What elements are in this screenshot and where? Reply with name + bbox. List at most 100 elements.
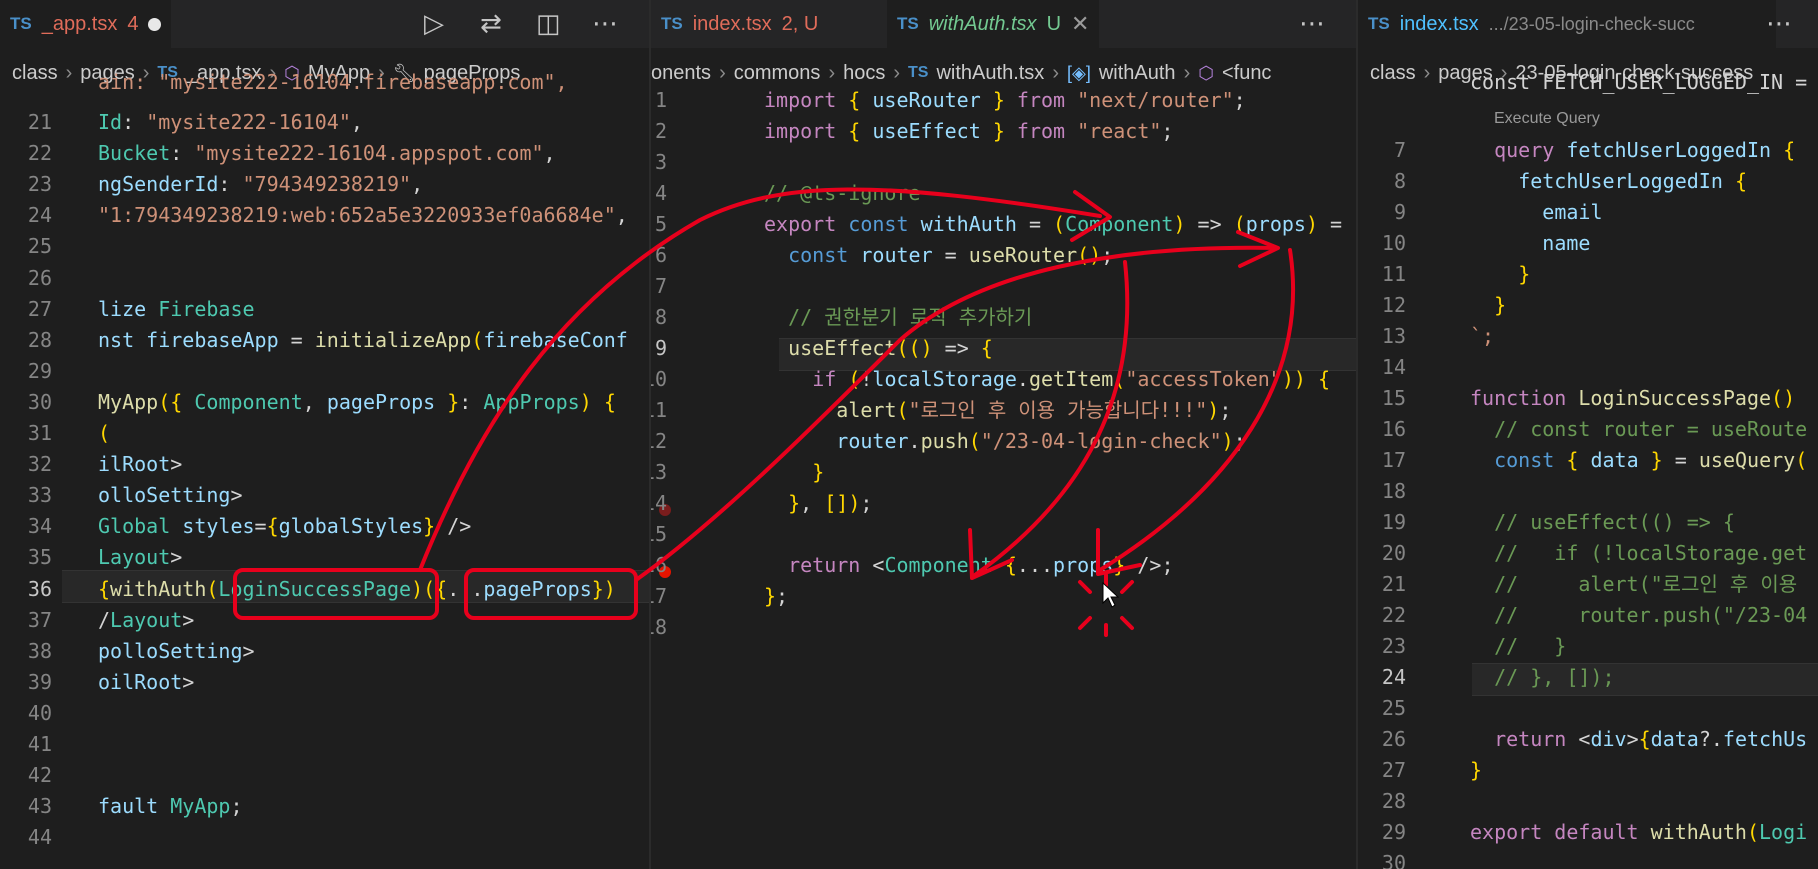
code-line[interactable]: 30 [1358,848,1818,869]
breadcrumb-item[interactable]: <func [1222,62,1271,85]
line-number[interactable]: 24 [4,200,52,231]
code-line[interactable]: 5 export const withAuth = (Component) => … [651,209,1356,240]
code-line[interactable]: 36 {withAuth(LoginSuccessPage)({...pagePr… [0,574,649,605]
code-line[interactable]: 15 [651,519,1356,550]
line-number[interactable]: 27 [1358,755,1406,786]
line-number[interactable]: 40 [4,698,52,729]
code-line[interactable]: 1 import { useRouter } from "next/router"… [651,85,1356,116]
line-number[interactable]: 2 [651,116,667,147]
line-number[interactable]: 26 [1358,724,1406,755]
line-number[interactable]: 1 [651,85,667,116]
line-number[interactable]: 8 [651,302,667,333]
close-icon[interactable]: ✕ [1071,12,1089,37]
line-number[interactable]: 7 [1358,135,1406,166]
code-editor[interactable]: 1 import { useRouter } from "next/router"… [651,88,1356,869]
line-number[interactable]: 18 [651,612,667,643]
line-number[interactable]: 6 [651,240,667,271]
code-line[interactable]: 13 `; [1358,321,1818,352]
more-actions-icon[interactable]: ⋯ [1766,8,1792,40]
run-icon[interactable]: ▷ [424,8,444,40]
code-line[interactable]: 37/Layout> [0,605,649,636]
code-line[interactable]: 29 [0,356,649,387]
code-line[interactable]: 32 ilRoot> [0,449,649,480]
code-line[interactable]: 8 // 권한분기 로직 추가하기 [651,302,1356,333]
line-number[interactable]: 42 [4,760,52,791]
tab-withauth-tsx[interactable]: TS withAuth.tsx U ✕ [887,0,1100,48]
code-line[interactable]: 40 [0,698,649,729]
line-number[interactable]: 28 [4,325,52,356]
code-line[interactable]: 25 [1358,693,1818,724]
line-number[interactable]: 36 [4,574,52,605]
code-line[interactable]: 19 // useEffect(() => { [1358,507,1818,538]
line-number[interactable]: 27 [4,294,52,325]
line-number[interactable]: 12 [1358,290,1406,321]
line-number[interactable]: 31 [4,418,52,449]
code-line[interactable]: 22 Bucket: "mysite222-16104.appspot.com", [0,138,649,169]
codelens-execute-query[interactable]: Execute Query [1494,110,1600,128]
line-number[interactable]: 20 [1358,538,1406,569]
code-line[interactable]: 4 // @ts-ignore [651,178,1356,209]
line-number[interactable]: 3 [651,147,667,178]
code-line[interactable]: 16 return <Component {...props} />; [651,550,1356,581]
line-number[interactable]: 17 [1358,445,1406,476]
line-number[interactable]: 26 [4,263,52,294]
code-line[interactable]: 18 [1358,476,1818,507]
code-line[interactable]: 34 Global styles={globalStyles} /> [0,511,649,542]
code-line[interactable]: 16 // const router = useRoute [1358,414,1818,445]
code-line[interactable]: 14 [1358,352,1818,383]
code-line[interactable]: 39 oilRoot> [0,667,649,698]
line-number[interactable]: 16 [1358,414,1406,445]
line-number[interactable]: 38 [4,636,52,667]
line-number[interactable]: 10 [651,364,667,395]
line-number[interactable]: 43 [4,791,52,822]
split-editor-icon[interactable]: ◫ [536,8,561,40]
code-line[interactable]: 22 // router.push("/23-04 [1358,600,1818,631]
code-line[interactable]: 10 if (!localStorage.getItem("accessToke… [651,364,1356,395]
line-number[interactable]: 15 [1358,383,1406,414]
code-line[interactable]: 23 // } [1358,631,1818,662]
line-number[interactable]: 22 [4,138,52,169]
code-line[interactable]: 21 Id: "mysite222-16104", [0,107,649,138]
line-number[interactable]: 21 [1358,569,1406,600]
line-number[interactable]: 13 [651,457,667,488]
code-line[interactable]: 11 } [1358,259,1818,290]
code-line[interactable]: 10 name [1358,228,1818,259]
code-line[interactable]: 28 nst firebaseApp = initializeApp(fireba… [0,325,649,356]
line-number[interactable]: 28 [1358,786,1406,817]
code-line[interactable]: 12 } [1358,290,1818,321]
code-line[interactable]: 2 import { useEffect } from "react"; [651,116,1356,147]
line-number[interactable]: 12 [651,426,667,457]
compare-changes-icon[interactable]: ⇄ [480,8,502,40]
code-line[interactable]: 6 const router = useRouter(); [651,240,1356,271]
breadcrumb-item[interactable]: withAuth [1099,62,1176,85]
line-number[interactable]: 5 [651,209,667,240]
line-number[interactable]: 41 [4,729,52,760]
code-line[interactable]: 43 fault MyApp; [0,791,649,822]
code-line[interactable]: 8 fetchUserLoggedIn { [1358,166,1818,197]
code-line[interactable]: 17 const { data } = useQuery( [1358,445,1818,476]
code-line[interactable]: 30 MyApp({ Component, pageProps }: AppPro… [0,387,649,418]
code-editor[interactable]: ain: "mysite222-16104.firebaseapp.com", … [0,70,649,869]
code-line[interactable]: 26 return <div>{data?.fetchUs [1358,724,1818,755]
line-number[interactable]: 19 [1358,507,1406,538]
code-line[interactable]: 24 // }, []); [1358,662,1818,693]
line-number[interactable]: 32 [4,449,52,480]
line-number[interactable]: 14 [651,488,667,519]
line-number[interactable]: 16 [651,550,667,581]
line-number[interactable]: 11 [1358,259,1406,290]
line-number[interactable]: 35 [4,542,52,573]
line-number[interactable]: 8 [1358,166,1406,197]
code-line[interactable]: 27} [1358,755,1818,786]
line-number[interactable]: 29 [1358,817,1406,848]
line-number[interactable]: 23 [4,169,52,200]
line-number[interactable]: 21 [4,107,52,138]
code-line[interactable]: 17}; [651,581,1356,612]
code-line[interactable]: 33 olloSetting> [0,480,649,511]
breadcrumb-item[interactable]: withAuth.tsx [936,62,1044,85]
code-line[interactable]: 23 ngSenderId: "794349238219", [0,169,649,200]
code-line[interactable]: 15 function LoginSuccessPage() [1358,383,1818,414]
code-line[interactable]: 24 "1:794349238219:web:652a5e3220933ef0a6… [0,200,649,231]
line-number[interactable]: 7 [651,271,667,302]
code-line[interactable]: 9 useEffect(() => { [651,333,1356,364]
code-line[interactable]: 13 } [651,457,1356,488]
